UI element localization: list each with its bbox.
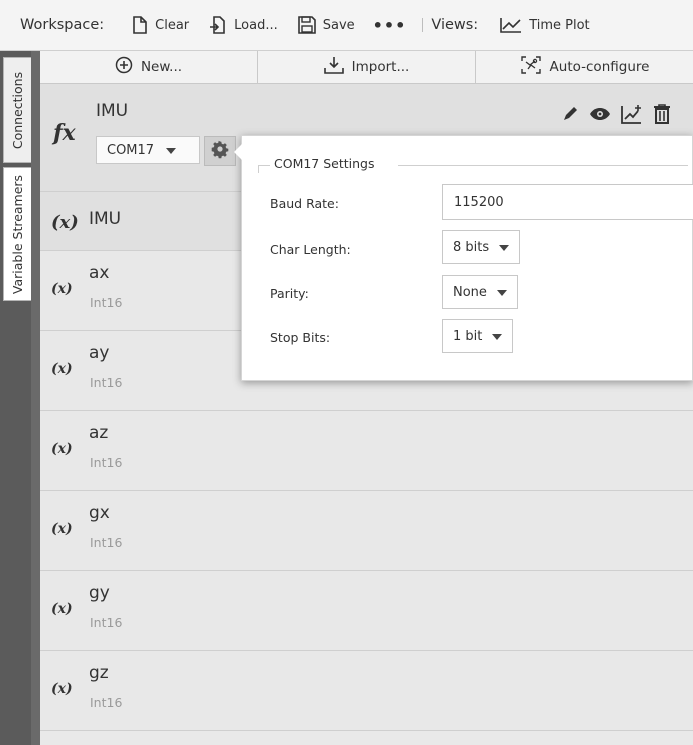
more-menu-button[interactable]: ••• xyxy=(365,16,415,35)
toolbar-divider xyxy=(422,18,424,32)
new-button[interactable]: New... xyxy=(40,51,258,83)
char-length-value: 8 bits xyxy=(453,239,490,255)
variable-icon: (x) xyxy=(51,281,73,297)
workspace-label: Workspace: xyxy=(20,17,105,33)
fieldset-border xyxy=(258,165,259,173)
list-item[interactable]: (x) gy Int16 xyxy=(40,571,693,651)
port-settings-popup: COM17 Settings Baud Rate: 115200 Char Le… xyxy=(234,135,693,381)
function-icon: fx xyxy=(53,120,76,146)
popup-caret xyxy=(234,144,242,160)
views-label: Views: xyxy=(431,17,479,33)
char-length-label: Char Length: xyxy=(270,242,351,257)
load-button[interactable]: Load... xyxy=(199,0,288,50)
variable-name: gx xyxy=(89,503,110,523)
variable-icon: (x) xyxy=(51,681,73,697)
fieldset-border xyxy=(258,165,270,166)
port-select[interactable]: COM17 xyxy=(96,136,200,164)
import-label: Import... xyxy=(351,59,410,75)
plus-circle-icon xyxy=(115,56,133,78)
variable-group-name: IMU xyxy=(89,209,122,229)
variable-name: gy xyxy=(89,583,110,603)
variable-icon: (x) xyxy=(51,441,73,457)
panel-divider xyxy=(31,51,40,745)
chart-plus-icon[interactable] xyxy=(621,104,643,124)
list-item[interactable]: (x) gz Int16 xyxy=(40,651,693,731)
variable-type: Int16 xyxy=(90,295,123,310)
variable-name: ay xyxy=(89,343,110,363)
stream-name: IMU xyxy=(96,101,129,121)
action-bar: New... Import... Auto-configure xyxy=(40,51,693,84)
variable-icon: (x) xyxy=(51,361,73,377)
variable-name: gz xyxy=(89,663,109,683)
clear-button[interactable]: Clear xyxy=(122,0,199,50)
settings-title: COM17 Settings xyxy=(272,156,377,171)
parity-select[interactable]: None xyxy=(442,275,518,309)
gear-icon xyxy=(210,139,230,163)
variable-type: Int16 xyxy=(90,455,123,470)
auto-configure-label: Auto-configure xyxy=(549,59,650,75)
fieldset-border xyxy=(398,165,688,166)
parity-label: Parity: xyxy=(270,286,309,301)
load-label: Load... xyxy=(234,17,278,33)
variable-name: ax xyxy=(89,263,110,283)
chevron-down-icon xyxy=(499,240,510,255)
side-tab-rail: Connections Variable Streamers xyxy=(0,51,31,745)
list-item[interactable]: (x) az Int16 xyxy=(40,411,693,491)
load-icon xyxy=(209,16,227,34)
magic-grid-icon xyxy=(520,55,542,79)
line-chart-icon xyxy=(500,17,522,33)
baud-rate-input[interactable]: 115200 xyxy=(442,184,693,220)
auto-configure-button[interactable]: Auto-configure xyxy=(476,51,693,83)
variable-icon: (x) xyxy=(51,212,79,233)
port-settings-button[interactable] xyxy=(204,136,236,166)
tab-variable-streamers[interactable]: Variable Streamers xyxy=(3,167,31,301)
new-label: New... xyxy=(140,59,183,75)
parity-value: None xyxy=(453,284,487,300)
top-toolbar: Workspace: Clear Load... Save ••• Views:… xyxy=(0,0,693,51)
stop-bits-value: 1 bit xyxy=(453,328,483,344)
save-button[interactable]: Save xyxy=(288,0,365,50)
variable-type: Int16 xyxy=(90,695,123,710)
baud-rate-label: Baud Rate: xyxy=(270,196,339,211)
tab-connections[interactable]: Connections xyxy=(3,57,31,163)
chevron-down-icon xyxy=(492,329,503,344)
document-icon xyxy=(132,16,148,34)
chevron-down-icon xyxy=(496,285,507,300)
stop-bits-label: Stop Bits: xyxy=(270,330,331,345)
variable-icon: (x) xyxy=(51,521,73,537)
time-plot-button[interactable]: Time Plot xyxy=(490,0,599,50)
clear-label: Clear xyxy=(155,17,190,33)
variable-type: Int16 xyxy=(90,375,123,390)
trash-icon[interactable] xyxy=(653,104,671,124)
stop-bits-select[interactable]: 1 bit xyxy=(442,319,514,353)
time-plot-label: Time Plot xyxy=(529,17,590,33)
download-icon xyxy=(323,56,344,78)
save-icon xyxy=(297,16,316,34)
stream-header-actions xyxy=(561,104,671,124)
variable-name: az xyxy=(89,423,109,443)
tab-variable-streamers-label: Variable Streamers xyxy=(10,174,25,294)
pencil-icon[interactable] xyxy=(561,105,579,123)
tab-connections-label: Connections xyxy=(10,71,25,149)
list-item[interactable]: (x) gx Int16 xyxy=(40,491,693,571)
import-button[interactable]: Import... xyxy=(258,51,476,83)
chevron-down-icon xyxy=(166,143,177,158)
save-label: Save xyxy=(322,17,355,33)
baud-rate-value: 115200 xyxy=(454,194,504,210)
variable-icon: (x) xyxy=(51,601,73,617)
char-length-select[interactable]: 8 bits xyxy=(442,230,521,264)
variable-type: Int16 xyxy=(90,615,123,630)
eye-icon[interactable] xyxy=(589,106,611,122)
port-value: COM17 xyxy=(107,142,155,158)
variable-type: Int16 xyxy=(90,535,123,550)
